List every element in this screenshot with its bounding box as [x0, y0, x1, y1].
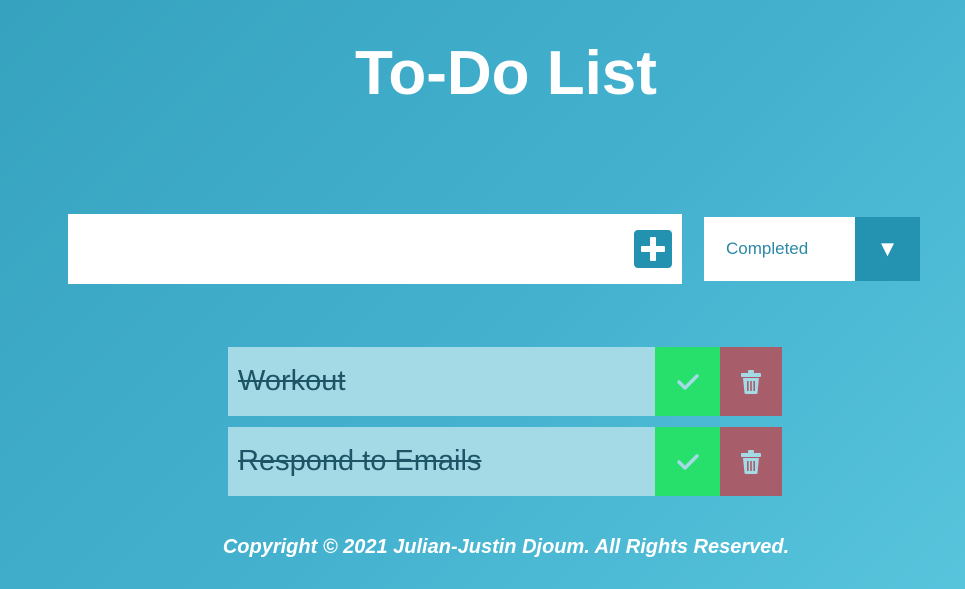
chevron-down-icon[interactable]: ▼ [855, 217, 920, 281]
plus-icon [641, 237, 665, 261]
add-todo-button[interactable] [634, 230, 672, 268]
filter-selected-value: Completed [726, 239, 809, 258]
trash-icon [741, 449, 761, 474]
todo-list: Workout Respond to Emails [228, 347, 782, 507]
check-icon [676, 373, 699, 390]
todo-item: Workout [228, 347, 782, 416]
filter-select[interactable]: Completed ▼ [704, 217, 920, 281]
delete-button[interactable] [720, 427, 782, 496]
todo-item: Respond to Emails [228, 427, 782, 496]
complete-button[interactable] [655, 427, 720, 496]
todo-input[interactable] [68, 214, 628, 284]
todo-form [68, 214, 682, 284]
footer-copyright: Copyright © 2021 Julian-Justin Djoum. Al… [222, 536, 790, 558]
todo-item-text: Respond to Emails [238, 445, 482, 477]
page-title: To-Do List [355, 39, 657, 108]
complete-button[interactable] [655, 347, 720, 416]
delete-button[interactable] [720, 347, 782, 416]
todo-item-text: Workout [238, 365, 346, 397]
trash-icon [741, 369, 761, 394]
check-icon [676, 453, 699, 470]
